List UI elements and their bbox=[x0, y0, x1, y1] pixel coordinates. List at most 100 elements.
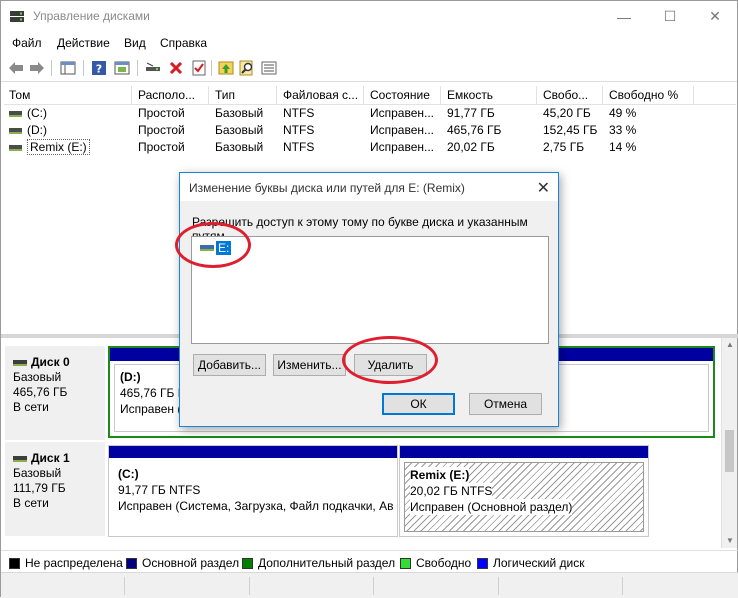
check-icon[interactable] bbox=[190, 59, 208, 77]
disk-management-app-icon bbox=[10, 11, 24, 22]
partition-e-remix[interactable]: Remix (E:) 20,02 ГБ NTFS Исправен (Основ… bbox=[399, 445, 649, 537]
disk-name: Диск 0 bbox=[31, 355, 70, 369]
cancel-button[interactable]: Отмена bbox=[469, 393, 542, 415]
volume-layout: Простой bbox=[138, 106, 185, 120]
legend-label: Логический диск bbox=[493, 556, 585, 570]
legend-swatch bbox=[477, 557, 488, 569]
ok-button[interactable]: ОК bbox=[382, 393, 455, 415]
legend-label: Не распределена bbox=[25, 556, 123, 570]
annotation-ring-remove-button bbox=[342, 336, 438, 384]
volume-row[interactable]: (C:) Простой Базовый NTFS Исправен... 91… bbox=[4, 105, 736, 122]
legend-item-extended: Дополнительный раздел bbox=[242, 556, 395, 570]
menu-bar: Файл Действие Вид Справка bbox=[1, 32, 737, 54]
dialog-close-icon[interactable]: ✕ bbox=[537, 178, 550, 198]
close-window-button[interactable]: ✕ bbox=[692, 1, 738, 32]
legend-item-unallocated: Не распределена bbox=[9, 556, 123, 570]
volume-layout: Простой bbox=[138, 123, 185, 137]
volume-name: (C:) bbox=[27, 106, 47, 120]
svg-text:?: ? bbox=[96, 63, 102, 76]
partition-label: Remix (E:) bbox=[410, 467, 470, 483]
menu-view[interactable]: Вид bbox=[124, 36, 146, 50]
volume-status: Исправен... bbox=[370, 140, 435, 154]
dialog-title-bar: Изменение буквы диска или путей для E: (… bbox=[180, 173, 558, 201]
search-icon[interactable] bbox=[238, 59, 256, 77]
upload-icon[interactable] bbox=[217, 59, 235, 77]
legend: Не распределена Основной раздел Дополнит… bbox=[1, 550, 738, 572]
column-header-free-space[interactable]: Свобо... bbox=[538, 86, 603, 105]
disk-name: Диск 1 bbox=[31, 451, 70, 465]
back-arrow-icon[interactable] bbox=[7, 59, 25, 77]
volume-type: Базовый bbox=[215, 140, 264, 154]
volume-filesystem: NTFS bbox=[283, 140, 315, 154]
volume-capacity: 465,76 ГБ bbox=[447, 123, 502, 137]
add-button[interactable]: Добавить... bbox=[193, 354, 266, 376]
volume-status: Исправен... bbox=[370, 106, 435, 120]
scroll-down-icon[interactable]: ▼ bbox=[722, 534, 738, 548]
menu-action[interactable]: Действие bbox=[57, 36, 110, 50]
console-tree-icon[interactable] bbox=[59, 59, 77, 77]
volume-row-selected[interactable]: Remix (E:) Простой Базовый NTFS Исправен… bbox=[4, 139, 736, 156]
maximize-button[interactable]: ☐ bbox=[647, 1, 693, 32]
disk-0-label[interactable]: Диск 0 Базовый 465,76 ГБ В сети bbox=[5, 346, 105, 440]
volume-free-percent: 14 % bbox=[609, 140, 637, 154]
column-header-free-percent[interactable]: Свободно % bbox=[604, 86, 694, 105]
volume-row[interactable]: (D:) Простой Базовый NTFS Исправен... 46… bbox=[4, 122, 736, 139]
toolbar: ? bbox=[1, 55, 737, 82]
drive-icon bbox=[9, 110, 22, 117]
column-header-volume[interactable]: Том bbox=[4, 86, 132, 105]
legend-label: Свободно bbox=[416, 556, 472, 570]
volume-name: Remix (E:) bbox=[27, 139, 90, 155]
disk-icon bbox=[13, 455, 27, 462]
volume-layout: Простой bbox=[138, 140, 185, 154]
drive-icon bbox=[9, 144, 22, 151]
change-drive-letter-dialog: Изменение буквы диска или путей для E: (… bbox=[179, 172, 559, 427]
change-button[interactable]: Изменить... bbox=[273, 354, 346, 376]
column-header-status[interactable]: Состояние bbox=[365, 86, 441, 105]
annotation-ring-list-item bbox=[175, 222, 251, 268]
window-title: Управление дисками bbox=[33, 9, 150, 23]
scroll-up-icon[interactable]: ▲ bbox=[722, 338, 738, 352]
minimize-button[interactable]: — bbox=[601, 1, 647, 32]
disk-1-label[interactable]: Диск 1 Базовый 111,79 ГБ В сети bbox=[5, 442, 105, 536]
legend-item-logical: Логический диск bbox=[477, 556, 585, 570]
legend-swatch bbox=[126, 557, 137, 569]
menu-file[interactable]: Файл bbox=[12, 36, 42, 50]
volume-capacity: 91,77 ГБ bbox=[447, 106, 495, 120]
column-header-layout[interactable]: Располо... bbox=[133, 86, 209, 105]
menu-help[interactable]: Справка bbox=[160, 36, 207, 50]
status-bar bbox=[1, 572, 738, 598]
volume-free-space: 45,20 ГБ bbox=[543, 106, 591, 120]
disk-status: В сети bbox=[13, 496, 49, 510]
legend-label: Основной раздел bbox=[142, 556, 240, 570]
help-icon[interactable]: ? bbox=[90, 59, 108, 77]
disk-type: Базовый bbox=[13, 466, 62, 480]
partition-state: Исправен (Система, Загрузка, Файл подкач… bbox=[118, 499, 393, 513]
column-header-type[interactable]: Тип bbox=[210, 86, 277, 105]
partition-state: Исправен (Основной раздел) bbox=[410, 499, 573, 515]
partition-size: 20,02 ГБ NTFS bbox=[410, 483, 493, 499]
dialog-title: Изменение буквы диска или путей для E: (… bbox=[189, 181, 465, 195]
legend-swatch bbox=[242, 557, 253, 569]
disk-icon bbox=[13, 359, 27, 366]
drive-icon bbox=[9, 127, 22, 134]
title-bar: Управление дисками — ☐ ✕ bbox=[1, 1, 737, 32]
volume-filesystem: NTFS bbox=[283, 123, 315, 137]
volume-status: Исправен... bbox=[370, 123, 435, 137]
connect-icon[interactable] bbox=[144, 59, 162, 77]
volume-type: Базовый bbox=[215, 123, 264, 137]
delete-icon[interactable] bbox=[167, 59, 185, 77]
legend-item-free: Свободно bbox=[400, 556, 471, 570]
column-header-filesystem[interactable]: Файловая с... bbox=[278, 86, 364, 105]
vertical-scrollbar[interactable]: ▲ ▼ bbox=[721, 338, 737, 548]
volume-free-percent: 49 % bbox=[609, 106, 637, 120]
scroll-thumb[interactable] bbox=[725, 430, 734, 472]
volume-free-space: 2,75 ГБ bbox=[543, 140, 585, 154]
forward-arrow-icon[interactable] bbox=[28, 59, 46, 77]
volume-free-percent: 33 % bbox=[609, 123, 637, 137]
primary-partition-bar bbox=[400, 446, 648, 458]
column-header-capacity[interactable]: Емкость bbox=[442, 86, 537, 105]
properties-icon[interactable] bbox=[113, 59, 131, 77]
partition-c[interactable]: (C:) 91,77 ГБ NTFS Исправен (Система, За… bbox=[108, 445, 398, 537]
list-view-icon[interactable] bbox=[260, 59, 278, 77]
legend-swatch bbox=[400, 557, 411, 569]
